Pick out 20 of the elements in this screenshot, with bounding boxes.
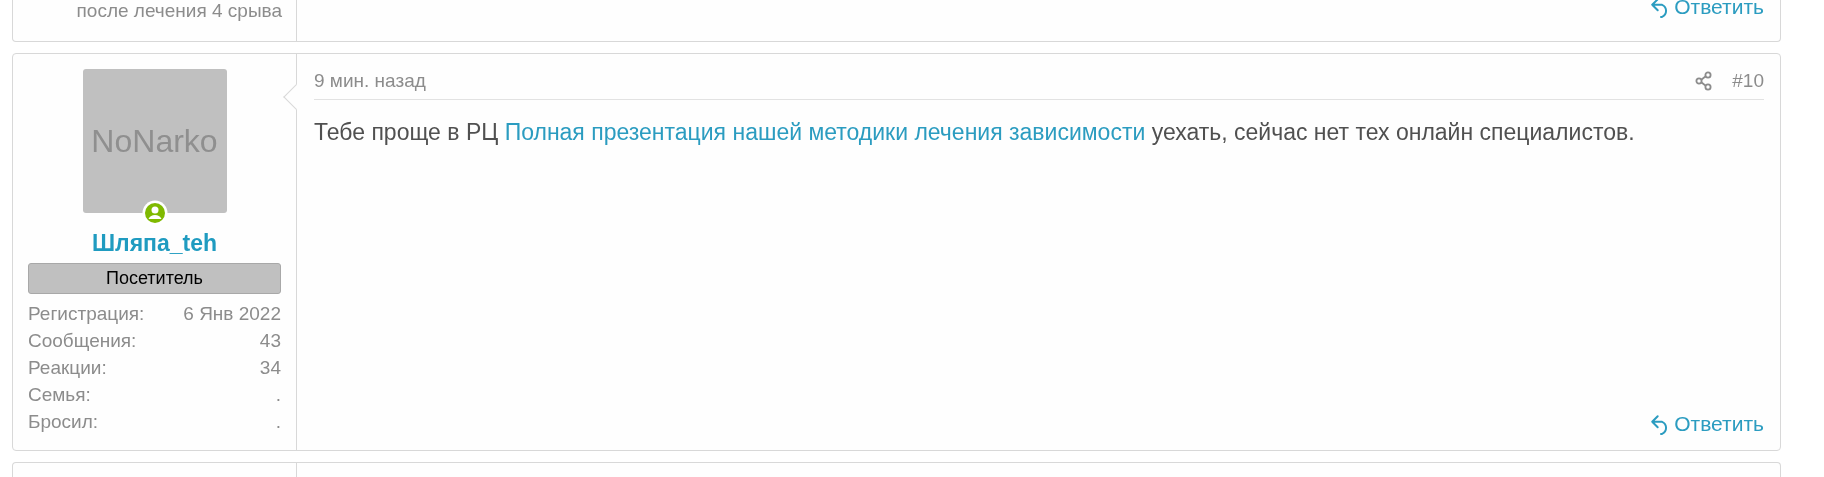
post-number-link[interactable]: #10: [1732, 66, 1764, 96]
post-body-text: Тебе проще в РЦ Полная презентация нашей методики лечения зависимости уехать, сейчас нет тех онлайн специалистов.: [314, 118, 1636, 146]
stat-label: Сообщения:: [28, 329, 137, 354]
stat-value: 34: [259, 356, 281, 381]
stat-label: Семья:: [28, 383, 91, 408]
stat-value: 43: [259, 329, 281, 354]
stat-value: 6 Янв 2022: [183, 302, 281, 327]
presentation-link[interactable]: Полная презентация нашей методики лечения зависимости: [504, 119, 1146, 145]
user-extra-text: после лечения 4 срыва: [76, 1, 282, 21]
stat-label: Регистрация:: [28, 302, 145, 327]
post-time[interactable]: 9 мин. назад: [314, 66, 426, 96]
share-icon[interactable]: [1695, 71, 1714, 91]
username-link[interactable]: Шляпа_teh: [91, 230, 218, 256]
stat-label: Бросил:: [28, 410, 99, 435]
stat-value: .: [275, 383, 281, 408]
stat-value: .: [275, 410, 281, 435]
stat-label: Реакции:: [28, 356, 107, 381]
user-title-badge: Посетитель: [28, 263, 281, 294]
reply-button[interactable]: Ответить: [1650, 0, 1764, 18]
reply-button[interactable]: Ответить: [1650, 412, 1764, 436]
